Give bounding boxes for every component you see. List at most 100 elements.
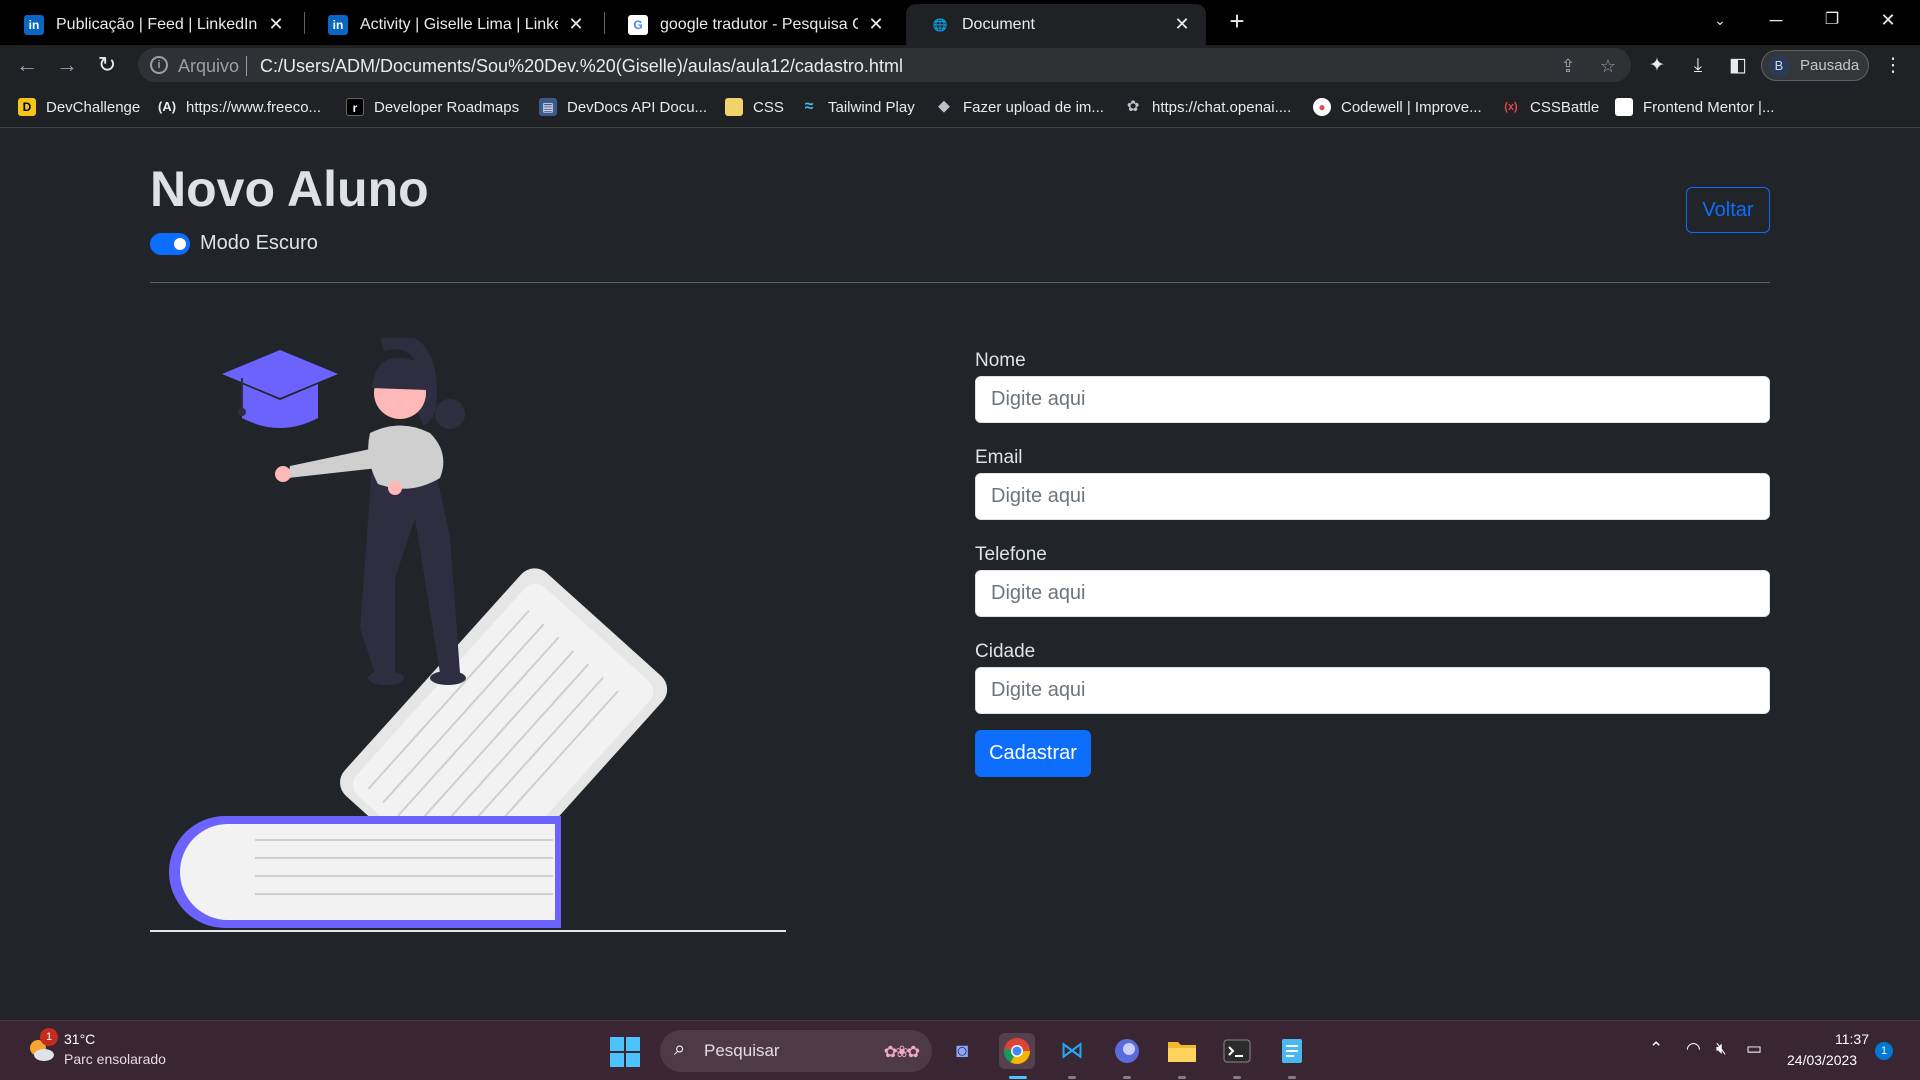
- tailwind-icon: ≈: [804, 98, 814, 115]
- back-button[interactable]: Voltar: [1686, 187, 1770, 233]
- vscode-icon[interactable]: ⋈: [1054, 1033, 1090, 1069]
- bookmark-openai[interactable]: ✿ https://chat.openai....: [1124, 96, 1292, 118]
- weather-badge: 1: [40, 1028, 58, 1046]
- bookmark-tailwind[interactable]: ≈ Tailwind Play: [800, 96, 915, 118]
- clock-date[interactable]: 24/03/2023: [1787, 1052, 1857, 1068]
- wifi-icon[interactable]: ◠: [1686, 1039, 1701, 1059]
- upload-icon: ⬥: [938, 98, 950, 115]
- terminal-icon[interactable]: [1219, 1033, 1255, 1069]
- address-scheme: Arquivo: [178, 56, 240, 76]
- tab-title: Activity | Giselle Lima | LinkedIn: [360, 15, 558, 33]
- forward-icon[interactable]: →: [52, 50, 82, 80]
- bookmark-label: CSSBattle: [1530, 98, 1600, 116]
- header-divider: [150, 282, 1770, 283]
- frontend-mentor-icon: [1615, 98, 1633, 116]
- notepad-icon[interactable]: [1274, 1033, 1310, 1069]
- running-app-indicator: [1233, 1076, 1241, 1079]
- clock-time[interactable]: 11:37: [1829, 1031, 1869, 1047]
- running-app-indicator: [1068, 1076, 1076, 1079]
- firefox-dev-icon[interactable]: [1109, 1033, 1145, 1069]
- profile-button[interactable]: B Pausada: [1761, 50, 1869, 81]
- linkedin-icon: in: [328, 14, 348, 35]
- browser-toolbar: ← → ↻ i Arquivo C:/Users/ADM/Documents/S…: [0, 45, 1920, 85]
- cssbattle-icon: (x): [1504, 101, 1518, 113]
- back-icon[interactable]: ←: [12, 50, 42, 80]
- volume-muted-icon[interactable]: 🔇︎: [1716, 1039, 1727, 1059]
- extensions-icon[interactable]: ✦: [1644, 53, 1670, 79]
- telefone-label: Telefone: [975, 544, 1047, 565]
- cadastrar-button[interactable]: Cadastrar: [975, 730, 1091, 777]
- close-icon[interactable]: ✕: [866, 14, 886, 35]
- page-title: Novo Aluno: [150, 161, 429, 217]
- tab-google-search[interactable]: G google tradutor - Pesquisa Google ✕: [604, 4, 900, 45]
- telefone-input[interactable]: [975, 570, 1770, 617]
- side-panel-icon[interactable]: ◧: [1725, 53, 1751, 79]
- cidade-label: Cidade: [975, 641, 1036, 662]
- address-bar[interactable]: i Arquivo C:/Users/ADM/Documents/Sou%20D…: [138, 48, 1631, 82]
- browser-tab-bar: in Publicação | Feed | LinkedIn ✕ in Act…: [0, 0, 1920, 45]
- download-icon[interactable]: ⤓: [1685, 53, 1711, 79]
- bookmark-upload[interactable]: ⬥ Fazer upload de im...: [935, 96, 1104, 118]
- bookmark-roadmaps[interactable]: r Developer Roadmaps: [346, 96, 519, 118]
- notification-badge[interactable]: 1: [1875, 1042, 1893, 1060]
- minimize-button[interactable]: ─: [1748, 0, 1804, 40]
- bookmark-devchallenge[interactable]: D DevChallenge: [18, 96, 140, 118]
- nome-input[interactable]: [975, 376, 1770, 423]
- address-url[interactable]: C:/Users/ADM/Documents/Sou%20Dev.%20(Gis…: [260, 56, 903, 77]
- close-icon[interactable]: ✕: [266, 14, 286, 35]
- close-window-button[interactable]: ✕: [1860, 0, 1916, 40]
- weather-description[interactable]: Parc ensolarado: [64, 1051, 166, 1067]
- reload-icon[interactable]: ↻: [92, 50, 122, 80]
- bookmark-label: DevDocs API Docu...: [567, 98, 708, 116]
- bookmark-label: https://chat.openai....: [1152, 98, 1292, 116]
- bookmark-star-icon[interactable]: ☆: [1596, 54, 1620, 78]
- email-label: Email: [975, 447, 1023, 468]
- bookmark-frontend-mentor[interactable]: Frontend Mentor |...: [1615, 96, 1774, 118]
- tab-search-button[interactable]: ⌄: [1692, 0, 1748, 40]
- running-app-indicator: [1288, 1076, 1296, 1079]
- windows-start-icon[interactable]: [610, 1037, 640, 1067]
- tab-linkedin-feed[interactable]: in Publicação | Feed | LinkedIn ✕: [0, 4, 300, 45]
- dark-mode-toggle[interactable]: [150, 233, 190, 255]
- restore-button[interactable]: ❐: [1804, 0, 1860, 40]
- close-icon[interactable]: ✕: [566, 14, 586, 35]
- tab-linkedin-activity[interactable]: in Activity | Giselle Lima | LinkedIn ✕: [304, 4, 600, 45]
- avatar: B: [1768, 54, 1790, 77]
- bookmark-freecodecamp[interactable]: (A) https://www.freeco...: [158, 96, 321, 118]
- email-input[interactable]: [975, 473, 1770, 520]
- info-icon[interactable]: i: [150, 56, 168, 74]
- running-app-indicator: [1178, 1076, 1186, 1079]
- openai-icon: ✿: [1126, 98, 1140, 115]
- chrome-icon[interactable]: [999, 1033, 1035, 1069]
- share-icon[interactable]: ⇪: [1556, 54, 1580, 78]
- file-explorer-icon[interactable]: [1164, 1033, 1200, 1069]
- close-icon[interactable]: ✕: [1172, 14, 1192, 35]
- search-highlight-icon: ✿❀✿: [883, 1044, 920, 1061]
- tab-title: Document: [962, 15, 1035, 33]
- dark-mode-label[interactable]: Modo Escuro: [200, 232, 318, 255]
- bookmark-label: https://www.freeco...: [186, 98, 322, 116]
- menu-icon[interactable]: ⋮: [1880, 53, 1906, 79]
- battery-icon[interactable]: ▭: [1746, 1039, 1762, 1059]
- bookmark-label: Tailwind Play: [828, 98, 915, 116]
- bookmark-label: DevChallenge: [46, 98, 141, 116]
- search-icon: ⌕: [674, 1038, 686, 1060]
- new-tab-button[interactable]: +: [1222, 7, 1252, 37]
- cidade-input[interactable]: [975, 667, 1770, 714]
- bookmark-cssbattle[interactable]: (x) CSSBattle: [1502, 96, 1599, 118]
- profile-label: Pausada: [1800, 57, 1860, 74]
- chrome-logo: [1003, 1038, 1031, 1065]
- toggle-knob: [174, 238, 186, 250]
- firefox-dev-logo: [1115, 1039, 1139, 1063]
- bookmark-folder-css[interactable]: CSS: [725, 96, 784, 118]
- chevron-up-icon[interactable]: ⌃: [1649, 1039, 1663, 1059]
- bookmark-codewell[interactable]: ● Codewell | Improve...: [1313, 96, 1482, 118]
- tab-document[interactable]: 🌐 Document ✕: [906, 4, 1206, 45]
- bookmark-label: Frontend Mentor |...: [1643, 98, 1775, 116]
- taskbar-search[interactable]: ⌕ Pesquisar ✿❀✿: [660, 1030, 932, 1072]
- discord-icon[interactable]: ◙: [944, 1033, 980, 1069]
- bookmark-label: Developer Roadmaps: [374, 98, 520, 116]
- terminal-logo: [1223, 1039, 1251, 1063]
- weather-temperature[interactable]: 31°C: [64, 1031, 95, 1047]
- bookmark-devdocs[interactable]: ▤ DevDocs API Docu...: [539, 96, 707, 118]
